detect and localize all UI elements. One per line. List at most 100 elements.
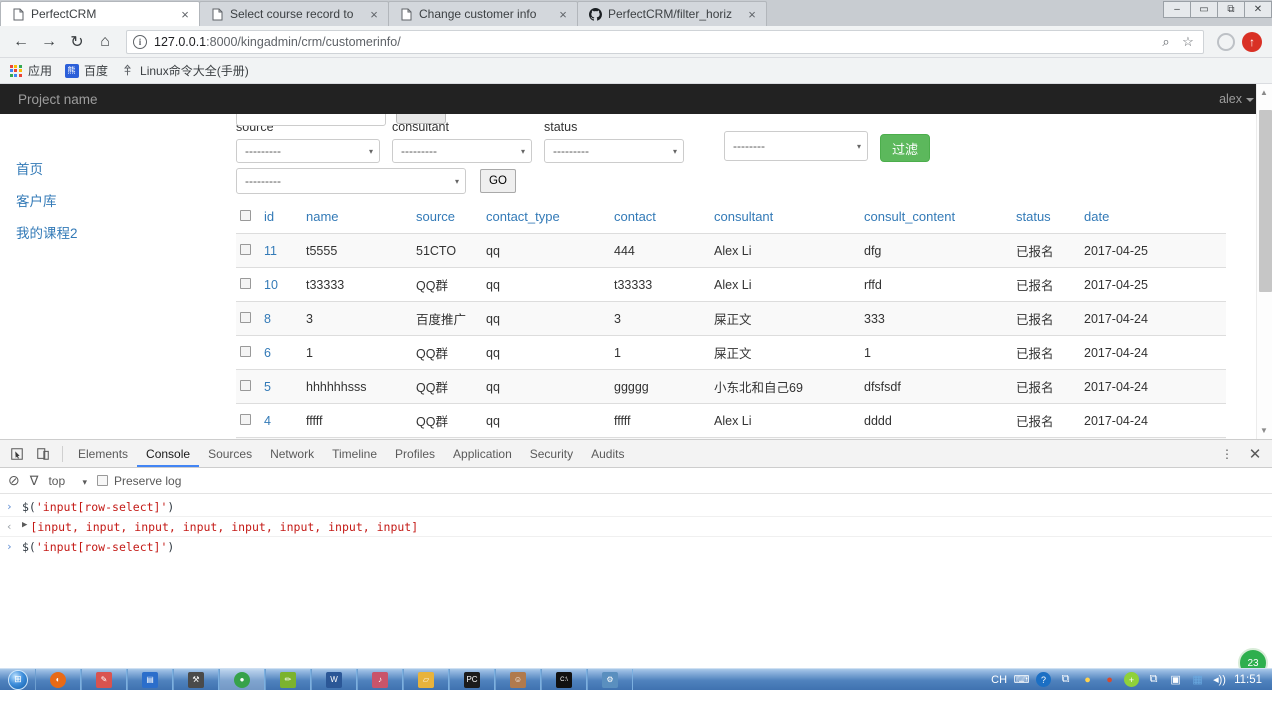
column-header-contact[interactable]: contact — [610, 204, 710, 234]
column-header-consultant[interactable]: consultant — [710, 204, 860, 234]
bookmark-baidu[interactable]: 熊 百度 — [64, 62, 108, 79]
taskbar-item-tool[interactable]: ⚒ — [173, 669, 219, 690]
devtools-tab-elements[interactable]: Elements — [69, 440, 137, 467]
column-header-source[interactable]: source — [412, 204, 482, 234]
profile-avatar-icon[interactable] — [1217, 32, 1235, 51]
forward-button[interactable]: → — [36, 29, 62, 55]
taskbar-item-notepad[interactable]: ✏ — [265, 669, 311, 690]
row-select-checkbox[interactable] — [240, 379, 251, 391]
filter-button[interactable]: 过滤 — [880, 134, 931, 162]
table-row[interactable]: 11 t5555 51CTO qq 444 Alex Li dfg 已报名 20… — [236, 233, 1226, 268]
volume-icon[interactable]: ◂)) — [1212, 672, 1227, 687]
scrollbar-thumb[interactable] — [1259, 110, 1272, 292]
status-select[interactable]: --------- ▾ — [544, 139, 684, 163]
sidebar-item-customers[interactable]: 客户库 — [0, 184, 230, 216]
copy-icon[interactable]: ⧉ — [1146, 672, 1161, 687]
screen-icon[interactable]: ▣ — [1168, 672, 1183, 687]
row-select-checkbox[interactable] — [240, 243, 251, 255]
table-row[interactable]: 10 t33333 QQ群 qq t33333 Alex Li rffd 已报名… — [236, 267, 1226, 302]
cell-id[interactable]: 10 — [260, 267, 302, 302]
back-button[interactable]: ← — [8, 29, 34, 55]
chrome-menu-icon[interactable]: ↑ — [1242, 31, 1262, 52]
console-context-selector[interactable]: top ▾ — [48, 474, 87, 488]
sidebar-item-my-courses[interactable]: 我的课程2 — [0, 216, 230, 248]
devtools-tab-network[interactable]: Network — [261, 440, 323, 467]
help-icon[interactable]: ? — [1036, 672, 1052, 687]
devtools-tab-profiles[interactable]: Profiles — [386, 440, 444, 467]
select-all-checkbox[interactable] — [240, 210, 251, 221]
scroll-down-arrow-icon[interactable]: ▼ — [1260, 426, 1268, 435]
taskbar-item-media[interactable]: ♪ — [357, 669, 403, 690]
browser-tab-2[interactable]: Select course record to × — [199, 1, 389, 26]
secondary-select[interactable]: --------- ▾ — [236, 168, 466, 194]
expand-triangle-icon[interactable]: ▶ — [22, 520, 27, 530]
taskbar-item-app[interactable]: ⚙ — [587, 669, 633, 690]
cell-id[interactable]: 8 — [260, 301, 302, 336]
bookmark-star-icon[interactable]: ☆ — [1179, 34, 1197, 50]
row-select-checkbox[interactable] — [240, 413, 251, 425]
devtools-tab-security[interactable]: Security — [521, 440, 582, 467]
column-header-consult-content[interactable]: consult_content — [860, 204, 1012, 234]
browser-tab-4[interactable]: PerfectCRM/filter_horiz × — [577, 1, 767, 26]
cell-id[interactable]: 4 — [260, 403, 302, 438]
devtools-tab-audits[interactable]: Audits — [582, 440, 633, 467]
close-icon[interactable]: × — [177, 6, 193, 22]
close-window-icon[interactable]: ✕ — [1244, 0, 1272, 18]
inspect-element-icon[interactable] — [4, 441, 30, 467]
close-devtools-icon[interactable]: ✕ — [1242, 441, 1268, 467]
toggle-device-toolbar-icon[interactable] — [30, 441, 56, 467]
column-header-contact-type[interactable]: contact_type — [482, 204, 610, 234]
tray-app-icon[interactable]: ▦ — [1190, 672, 1205, 687]
devtools-tab-timeline[interactable]: Timeline — [323, 440, 386, 467]
navbar-brand[interactable]: Project name — [18, 92, 98, 107]
column-header-date[interactable]: date — [1080, 204, 1226, 234]
scroll-up-arrow-icon[interactable]: ▲ — [1260, 88, 1268, 97]
clear-console-icon[interactable]: ⊘ — [8, 472, 20, 489]
windows-switch-icon[interactable]: ⧉ — [1058, 672, 1073, 687]
column-header-status[interactable]: status — [1012, 204, 1080, 234]
close-icon[interactable]: × — [366, 6, 382, 22]
taskbar-item-firefox[interactable]: ◐ — [35, 669, 81, 690]
home-button[interactable]: ⌂ — [92, 29, 118, 55]
table-row[interactable]: 8 3 百度推广 qq 3 屎正文 333 已报名 2017-04-24 — [236, 301, 1226, 336]
taskbar-item-save[interactable]: ▤ — [127, 669, 173, 690]
taskbar-item-cmd[interactable]: C:\ — [541, 669, 587, 690]
hidden-button-above[interactable] — [396, 114, 446, 124]
more-options-icon[interactable]: ⋮ — [1214, 441, 1240, 467]
taskbar-item-paint[interactable]: ✎ — [81, 669, 127, 690]
cell-id[interactable]: 11 — [260, 233, 302, 268]
column-header-name[interactable]: name — [302, 204, 412, 234]
browser-tab-1[interactable]: PerfectCRM × — [0, 1, 200, 26]
site-info-icon[interactable]: i — [133, 34, 147, 49]
cell-id[interactable]: 5 — [260, 369, 302, 404]
restore-icon[interactable]: ⧉ — [1217, 0, 1245, 18]
taskbar-item-explorer[interactable]: ▱ — [403, 669, 449, 690]
row-select-checkbox[interactable] — [240, 311, 251, 323]
row-select-checkbox[interactable] — [240, 277, 251, 289]
browser-tab-3[interactable]: Change customer info × — [388, 1, 578, 26]
taskbar-item-photo[interactable]: ☺ — [495, 669, 541, 690]
table-row[interactable]: 4 fffff QQ群 qq fffff Alex Li dddd 已报名 20… — [236, 403, 1226, 438]
navbar-user-menu[interactable]: alex — [1219, 92, 1254, 106]
table-row[interactable]: 5 hhhhhhsss QQ群 qq ggggg 小东北和自己69 dfsfsd… — [236, 369, 1226, 404]
row-select-checkbox[interactable] — [240, 345, 251, 357]
console-input-line-active[interactable]: › $('input[row-select]') — [0, 537, 1272, 556]
page-scrollbar[interactable]: ▲ ▼ — [1256, 84, 1272, 439]
bookmark-apps[interactable]: 应用 — [8, 62, 52, 79]
filter-icon[interactable]: ∇ — [30, 473, 39, 489]
address-bar[interactable]: i 127.0.0.1:8000/kingadmin/crm/customeri… — [126, 29, 1204, 54]
devtools-tab-console[interactable]: Console — [137, 440, 200, 467]
console-output[interactable]: › $('input[row-select]') ‹ ▶ [input, inp… — [0, 494, 1272, 556]
start-button[interactable]: ⊞ — [1, 669, 35, 690]
sidebar-item-home[interactable]: 首页 — [0, 152, 230, 184]
bookmark-linux-manual[interactable]: Linux命令大全(手册) — [120, 62, 249, 79]
reload-button[interactable]: ↻ — [64, 29, 90, 55]
ime-indicator[interactable]: CH — [991, 674, 1007, 686]
devtools-tab-sources[interactable]: Sources — [199, 440, 261, 467]
cell-id[interactable]: 6 — [260, 335, 302, 370]
sun-icon[interactable]: ● — [1080, 672, 1095, 687]
preserve-log-checkbox[interactable] — [97, 475, 108, 486]
table-row[interactable]: 6 1 QQ群 qq 1 屎正文 1 已报名 2017-04-24 — [236, 335, 1226, 370]
taskbar-item-pycharm[interactable]: PC — [449, 669, 495, 690]
column-header-id[interactable]: id — [260, 204, 302, 234]
